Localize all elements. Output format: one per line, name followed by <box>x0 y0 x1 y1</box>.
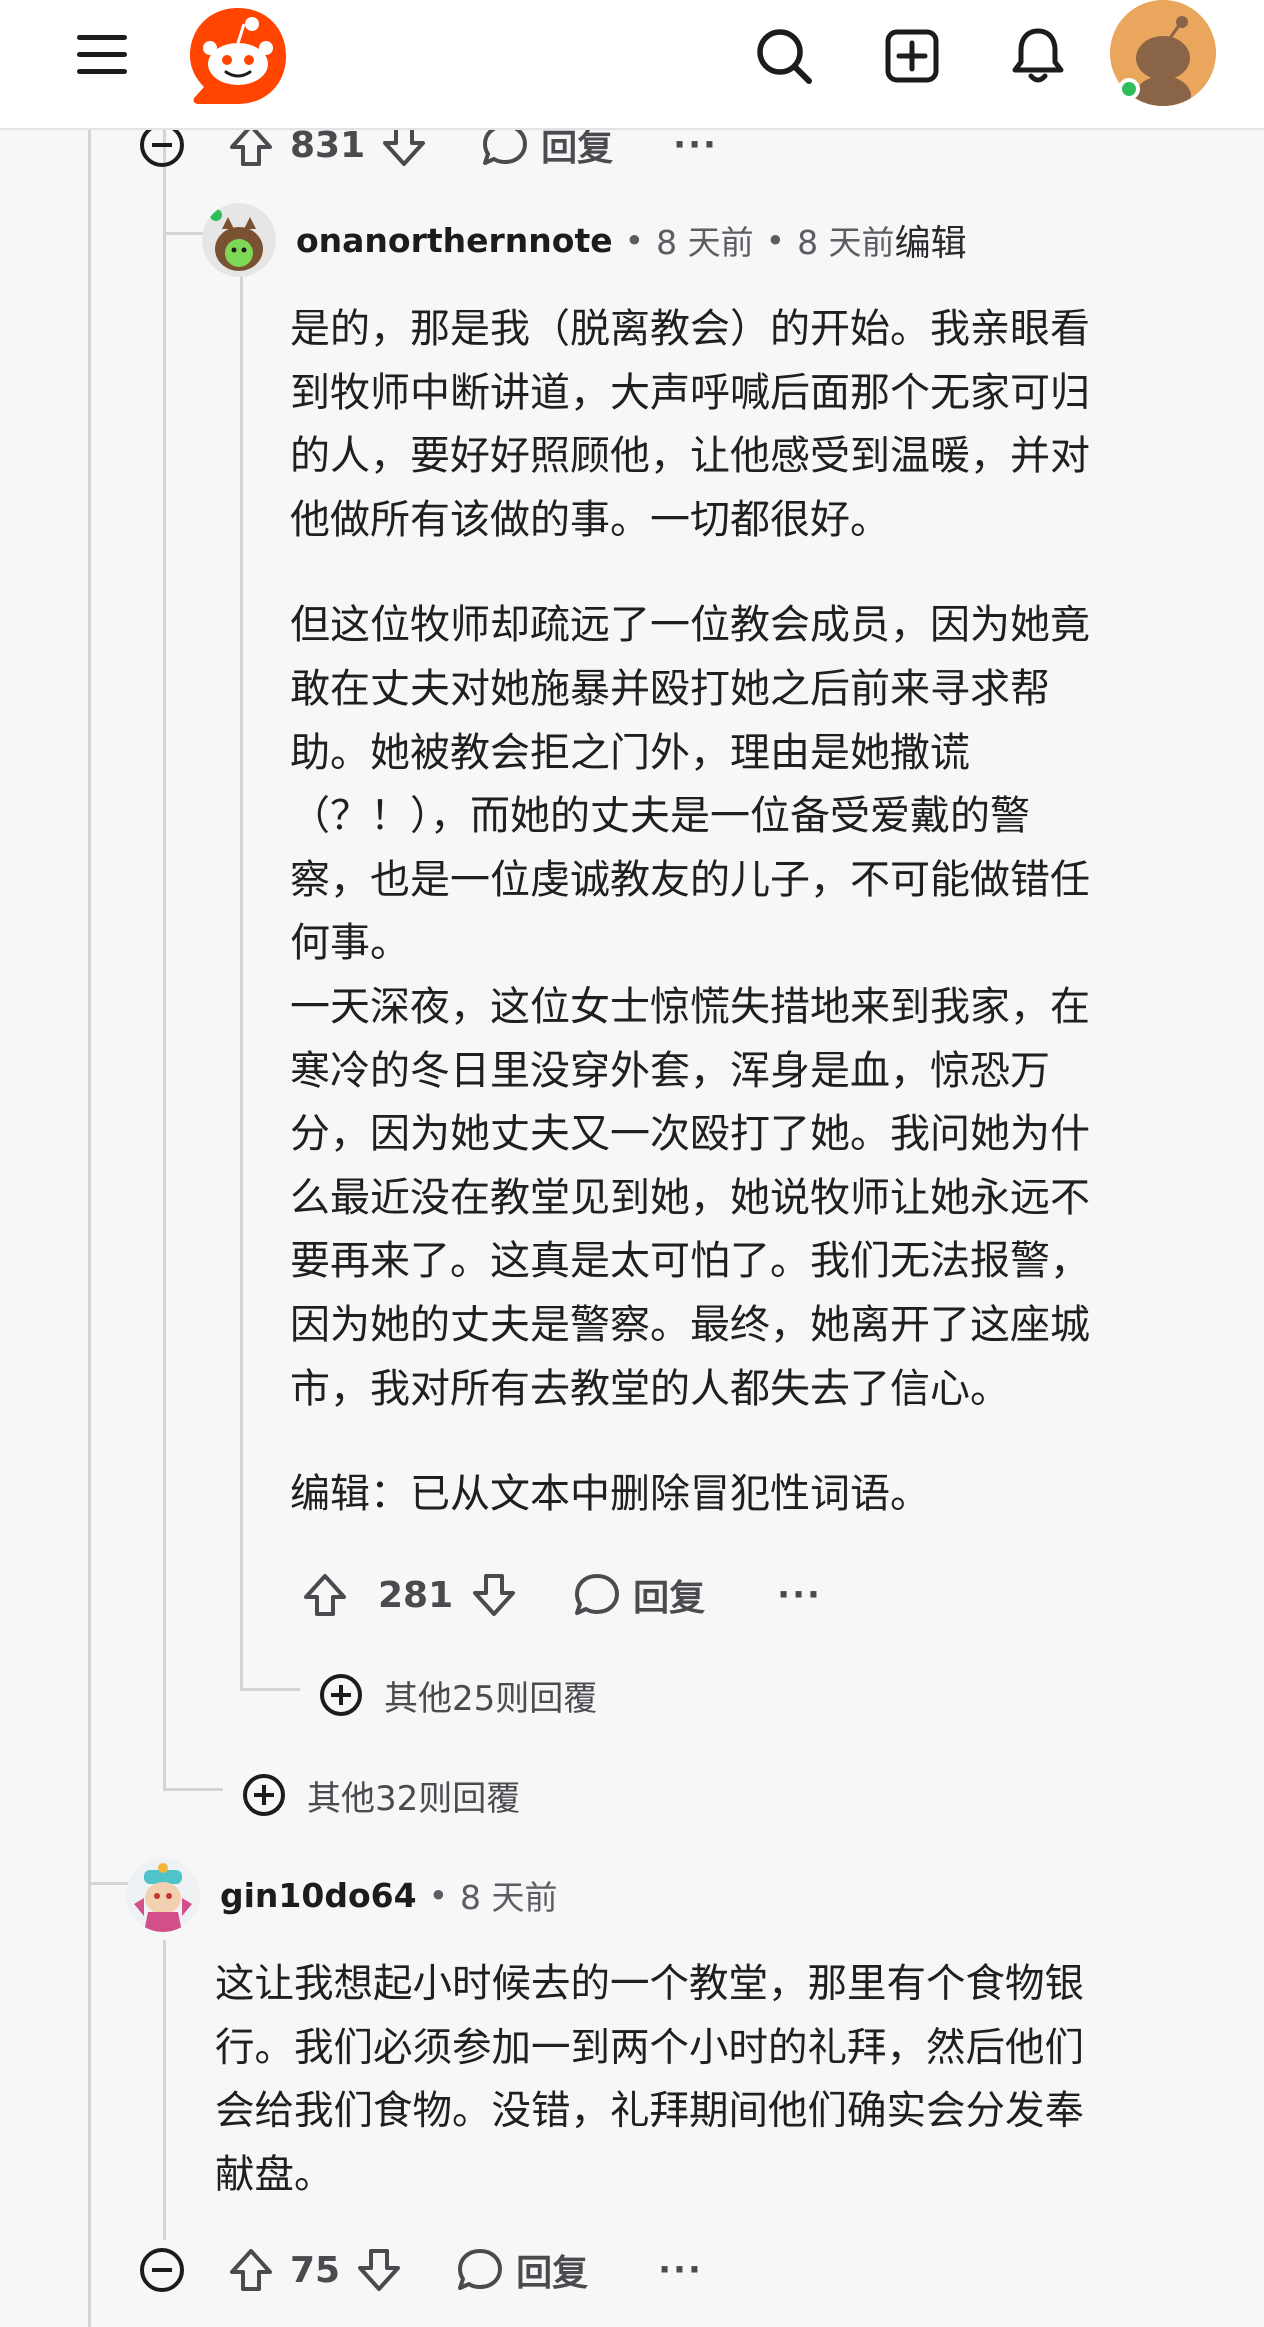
comment-header: gin10do64 • 8 天前 <box>126 1858 558 1932</box>
reply-label: 回复 <box>633 1578 706 1619</box>
top-app-bar <box>0 0 1264 130</box>
user-avatar[interactable] <box>126 1858 200 1932</box>
reply-label: 回复 <box>516 2253 589 2294</box>
thread-line-c2 <box>163 1940 166 2240</box>
user-avatar[interactable] <box>202 203 276 277</box>
meta-separator: • <box>428 1875 449 1915</box>
thread-line-level2 <box>240 250 243 1690</box>
comment-body: 这让我想起小时候去的一个教堂，那里有个食物银 行。我们必须参加一到两个小时的礼拜… <box>215 1953 1225 2207</box>
create-post-icon[interactable] <box>876 20 948 92</box>
more-replies-button[interactable]: 其他32则回覆 <box>241 1765 520 1825</box>
reply-button[interactable]: 回复 <box>456 2244 588 2296</box>
upvote-count: 831 <box>290 124 366 166</box>
comment-paragraph: 这让我想起小时候去的一个教堂，那里有个食物银 行。我们必须参加一到两个小时的礼拜… <box>215 1961 1084 2198</box>
reddit-logo-icon[interactable] <box>186 4 290 108</box>
more-options-button[interactable]: ··· <box>658 2250 703 2290</box>
more-options-button[interactable]: ··· <box>673 125 718 165</box>
edited-age: 8 天前 <box>797 223 895 262</box>
thread-line-level2-curve <box>240 1688 300 1691</box>
more-replies-label: 其他25则回覆 <box>384 1678 598 1719</box>
comment-bubble-icon <box>575 1574 620 1615</box>
comment-body: 是的，那是我（脱离教会）的开始。我亲眼看 到牧师中断讲道，大声呼喊后面那个无家可… <box>290 298 1210 1527</box>
upvote-count: 281 <box>378 1574 454 1616</box>
username[interactable]: gin10do64 <box>220 1876 417 1915</box>
upvote-count: 75 <box>290 2249 341 2291</box>
upvote-icon[interactable] <box>226 2245 276 2295</box>
comment-paragraph: 但这位牧师却疏远了一位教会成员，因为她竟 敢在丈夫对她施暴并殴打她之后前来寻求帮… <box>290 602 1090 1412</box>
meta-separator: • <box>624 220 645 260</box>
meta-separator: • <box>765 220 786 260</box>
comment-age: 8 天前 <box>460 1878 558 1917</box>
comment-paragraph: 编辑：已从文本中删除冒犯性词语。 <box>290 1471 930 1518</box>
comment-paragraph: 是的，那是我（脱离教会）的开始。我亲眼看 到牧师中断讲道，大声呼喊后面那个无家可… <box>290 306 1090 543</box>
comment-actions: 281 回复 ··· <box>300 1565 822 1625</box>
comment-header: onanorthernnote • 8 天前 • 8 天前 编辑 <box>202 203 967 277</box>
downvote-icon[interactable] <box>354 2245 404 2295</box>
comment-age: 8 天前 <box>656 223 754 262</box>
hamburger-menu-icon[interactable] <box>68 26 136 84</box>
comment-actions: 75 回复 ··· <box>138 2240 703 2300</box>
bell-icon[interactable] <box>1002 20 1074 92</box>
thread-line-level1-curve <box>163 1788 223 1791</box>
edited-label: 编辑 <box>894 223 967 264</box>
more-replies-button[interactable]: 其他25则回覆 <box>318 1665 597 1725</box>
downvote-icon[interactable] <box>469 1570 519 1620</box>
upvote-icon[interactable] <box>300 1570 350 1620</box>
more-replies-label: 其他32则回覆 <box>307 1778 521 1819</box>
thread-line-root <box>88 130 91 2327</box>
reply-button[interactable]: 回复 <box>573 1569 705 1621</box>
thread-line-level1 <box>163 130 166 1790</box>
plus-circle-icon <box>243 1774 285 1816</box>
plus-circle-icon <box>320 1674 362 1716</box>
collapse-thread-icon[interactable] <box>138 2246 186 2294</box>
online-status-dot <box>1118 78 1140 100</box>
search-icon[interactable] <box>748 20 820 92</box>
username[interactable]: onanorthernnote <box>296 221 613 260</box>
comment-bubble-icon <box>458 2249 503 2290</box>
more-options-button[interactable]: ··· <box>777 1575 822 1615</box>
thread-line-branch-c1 <box>163 232 203 235</box>
thread-line-branch-c2 <box>88 1882 128 1885</box>
